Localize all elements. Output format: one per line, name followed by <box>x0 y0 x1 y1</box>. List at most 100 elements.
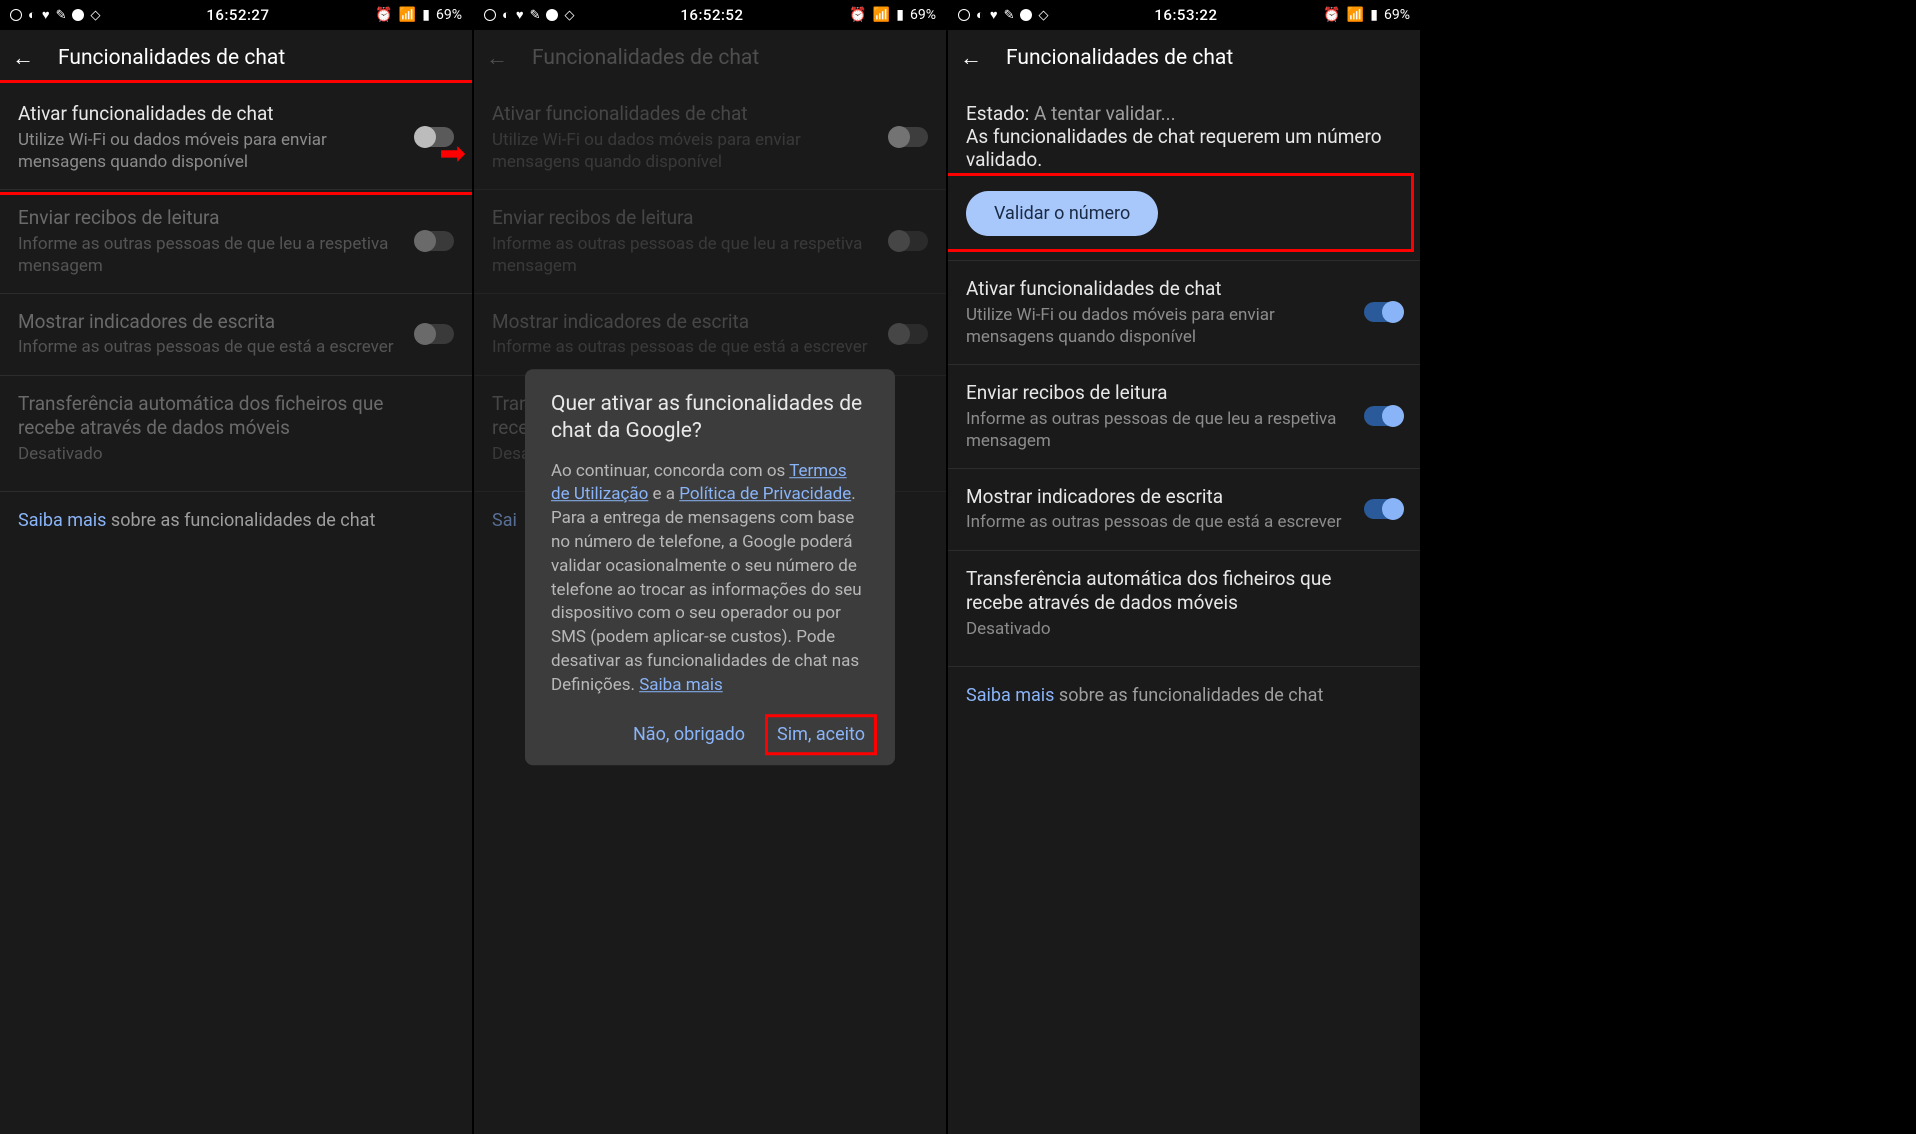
back-button[interactable]: ← <box>960 45 982 71</box>
setting-title: Ativar funcionalidades de chat <box>18 102 404 127</box>
back-button[interactable]: ← <box>12 45 34 71</box>
privacy-link[interactable]: Política de Privacidade <box>679 485 851 505</box>
setting-title: Mostrar indicadores de escrita <box>966 485 1352 510</box>
setting-title: Ativar funcionalidades de chat <box>492 102 878 127</box>
back-button: ← <box>486 45 508 71</box>
status-value: A tentar validar... <box>1034 102 1176 125</box>
alarm-icon: ⏰ <box>375 7 392 23</box>
setting-title: Enviar recibos de leitura <box>18 206 404 231</box>
dialog-no-button[interactable]: Não, obrigado <box>629 716 749 753</box>
app-bar: ← Funcionalidades de chat <box>0 30 472 86</box>
status-icon: ◐ <box>28 7 36 23</box>
status-bar: ◐ ♥ ✎ ◇ 16:52:27 ⏰ 📶 ▮ 69% <box>0 0 472 30</box>
confirm-dialog: Quer ativar as funcionalidades de chat d… <box>525 369 895 765</box>
setting-subtitle: Informe as outras pessoas de que leu a r… <box>18 233 404 277</box>
validation-status: Estado: A tentar validar... As funcional… <box>948 86 1420 181</box>
setting-typing-indicators: Mostrar indicadores de escrita Informe a… <box>0 294 472 376</box>
alarm-icon: ⏰ <box>849 7 866 23</box>
dialog-yes-label: Sim, aceito <box>777 724 865 745</box>
setting-subtitle: Utilize Wi-Fi ou dados móveis para envia… <box>18 129 404 173</box>
setting-auto-download[interactable]: Transferência automática dos ficheiros q… <box>948 551 1420 656</box>
dialog-text: e a <box>648 485 679 505</box>
setting-activate-chat[interactable]: Ativar funcionalidades de chat Utilize W… <box>948 261 1420 365</box>
app-bar: ← Funcionalidades de chat <box>474 30 946 86</box>
setting-typing-indicators: Mostrar indicadores de escrita Informe a… <box>474 294 946 376</box>
status-icon <box>72 9 84 21</box>
toggle-typing-indicators <box>416 324 454 344</box>
setting-subtitle: Informe as outras pessoas de que está a … <box>492 336 878 358</box>
validate-number-button[interactable]: Validar o número <box>966 191 1158 236</box>
wifi-icon: 📶 <box>1347 7 1364 23</box>
setting-title: Enviar recibos de leitura <box>966 381 1352 406</box>
setting-subtitle: Utilize Wi-Fi ou dados móveis para envia… <box>966 304 1352 348</box>
page-title: Funcionalidades de chat <box>1006 46 1233 70</box>
screen-3: ◐ ♥ ✎ ◇ 16:53:22 ⏰ 📶 ▮ 69% ← Funcionalid… <box>948 0 1420 1134</box>
screen-2: ◐ ♥ ✎ ◇ 16:52:52 ⏰ 📶 ▮ 69% ← Funcionalid… <box>474 0 946 1134</box>
screen-1: ◐ ♥ ✎ ◇ 16:52:27 ⏰ 📶 ▮ 69% ← Funcionalid… <box>0 0 472 1134</box>
status-icon: ◇ <box>90 8 100 23</box>
toggle-read-receipts[interactable] <box>1364 406 1402 426</box>
battery-text: 69% <box>1384 7 1410 23</box>
setting-activate-chat: Ativar funcionalidades de chat Utilize W… <box>474 86 946 190</box>
status-icon <box>958 9 970 21</box>
status-bar: ◐ ♥ ✎ ◇ 16:52:52 ⏰ 📶 ▮ 69% <box>474 0 946 30</box>
toggle-activate-chat <box>890 127 928 147</box>
setting-auto-download: Transferência automática dos ficheiros q… <box>0 376 472 481</box>
setting-title: Mostrar indicadores de escrita <box>492 310 878 335</box>
status-icon: ✎ <box>530 8 541 23</box>
wifi-icon: 📶 <box>873 7 890 23</box>
setting-subtitle: Desativado <box>18 443 442 465</box>
learn-more-link: Sai <box>492 510 517 531</box>
setting-typing-indicators[interactable]: Mostrar indicadores de escrita Informe a… <box>948 469 1420 551</box>
toggle-read-receipts <box>890 231 928 251</box>
alarm-icon: ⏰ <box>1323 7 1340 23</box>
status-icon: ◇ <box>564 8 574 23</box>
annotation-arrow-icon: ➡ <box>439 134 466 172</box>
learn-more-link[interactable]: Saiba mais <box>18 510 106 531</box>
status-icon <box>484 9 496 21</box>
setting-subtitle: Informe as outras pessoas de que está a … <box>18 336 404 358</box>
learn-more-link[interactable]: Saiba mais <box>966 685 1054 706</box>
setting-subtitle: Informe as outras pessoas de que está a … <box>966 511 1352 533</box>
setting-title: Transferência automática dos ficheiros q… <box>966 567 1390 616</box>
learn-more-row: Saiba mais sobre as funcionalidades de c… <box>0 492 472 549</box>
status-label: Estado: <box>966 102 1034 125</box>
toggle-typing-indicators[interactable] <box>1364 499 1402 519</box>
status-icon <box>546 9 558 21</box>
status-message: As funcionalidades de chat requerem um n… <box>966 125 1402 171</box>
setting-subtitle: Informe as outras pessoas de que leu a r… <box>492 233 878 277</box>
status-icon: ◐ <box>502 7 510 23</box>
setting-title: Enviar recibos de leitura <box>492 206 878 231</box>
dialog-body: Ao continuar, concorda com os Termos de … <box>551 460 869 698</box>
status-icon: ◇ <box>1038 8 1048 23</box>
wifi-icon: 📶 <box>399 7 416 23</box>
setting-title: Transferência automática dos ficheiros q… <box>18 392 442 441</box>
status-icon: ♥ <box>516 7 524 23</box>
battery-text: 69% <box>436 7 462 23</box>
setting-title: Ativar funcionalidades de chat <box>966 277 1352 302</box>
battery-text: 69% <box>910 7 936 23</box>
dialog-text: . Para a entrega de mensagens com base n… <box>551 485 862 695</box>
signal-icon: ▮ <box>896 7 904 23</box>
signal-icon: ▮ <box>1370 7 1378 23</box>
status-icon <box>1020 9 1032 21</box>
status-time: 16:52:27 <box>206 6 269 24</box>
toggle-typing-indicators <box>890 324 928 344</box>
dialog-title: Quer ativar as funcionalidades de chat d… <box>551 391 869 446</box>
toggle-activate-chat[interactable] <box>1364 302 1402 322</box>
page-title: Funcionalidades de chat <box>532 46 759 70</box>
status-icon: ♥ <box>42 7 50 23</box>
setting-activate-chat[interactable]: ➡ Ativar funcionalidades de chat Utilize… <box>0 86 472 190</box>
app-bar: ← Funcionalidades de chat <box>948 30 1420 86</box>
signal-icon: ▮ <box>422 7 430 23</box>
toggle-read-receipts <box>416 231 454 251</box>
setting-read-receipts: Enviar recibos de leitura Informe as out… <box>0 190 472 294</box>
dialog-yes-button[interactable]: Sim, aceito <box>773 716 869 753</box>
status-icon: ✎ <box>56 8 67 23</box>
setting-title: Mostrar indicadores de escrita <box>18 310 404 335</box>
setting-read-receipts[interactable]: Enviar recibos de leitura Informe as out… <box>948 365 1420 469</box>
learn-more-row: Saiba mais sobre as funcionalidades de c… <box>948 667 1420 724</box>
dialog-learn-more-link[interactable]: Saiba mais <box>639 675 723 695</box>
status-bar: ◐ ♥ ✎ ◇ 16:53:22 ⏰ 📶 ▮ 69% <box>948 0 1420 30</box>
setting-subtitle: Informe as outras pessoas de que leu a r… <box>966 408 1352 452</box>
